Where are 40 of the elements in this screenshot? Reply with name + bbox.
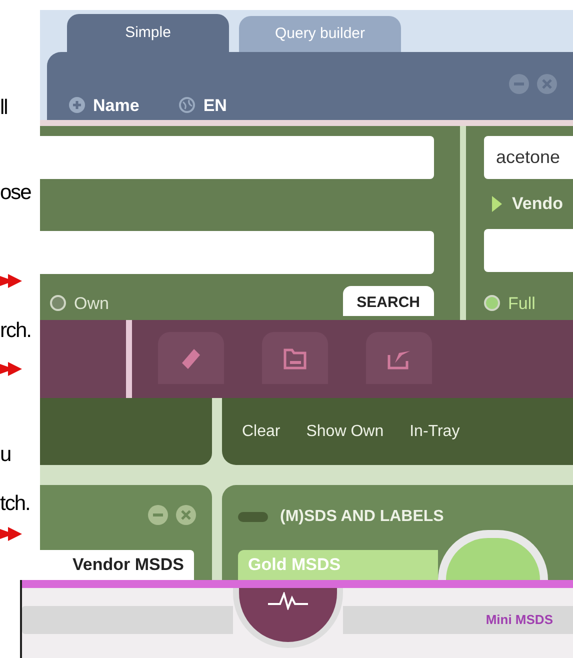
arrow-icon	[0, 526, 22, 542]
toolbar-icon-button[interactable]	[158, 332, 224, 384]
text-fragment: u	[0, 444, 12, 465]
maroon-round-button[interactable]	[232, 588, 342, 648]
text-fragment: rch.	[0, 320, 32, 341]
toolbar-icon-button[interactable]	[366, 332, 432, 384]
close-icon[interactable]	[537, 74, 557, 94]
text-fragment: ll	[0, 97, 8, 118]
text-fragment: ose	[0, 182, 31, 203]
arrow-icon	[0, 273, 22, 289]
radio-label: Own	[74, 292, 109, 314]
globe-icon[interactable]	[179, 97, 196, 114]
radio-label: Full	[508, 292, 536, 314]
minus-icon[interactable]	[148, 505, 168, 525]
toolbar-label: In-Tray	[410, 422, 460, 442]
plus-circle-icon[interactable]	[69, 97, 85, 114]
minus-icon[interactable]	[509, 74, 529, 94]
panel-title: (M)SDS AND LABELS	[280, 507, 444, 527]
toolbar-label: Show Own	[306, 422, 384, 442]
section-label: Vendo	[512, 193, 564, 215]
radio-button[interactable]	[50, 295, 66, 312]
toolbar-label: Clear	[242, 422, 280, 442]
close-icon[interactable]	[176, 505, 196, 525]
tab[interactable]: Simple	[67, 14, 229, 52]
search-field[interactable]	[40, 231, 434, 274]
footer-label: Mini MSDS	[486, 611, 553, 630]
search-field[interactable]: acetone	[484, 136, 573, 179]
toolbar-icon-button[interactable]	[262, 332, 328, 384]
vendor-msds-tab[interactable]: Vendor MSDS	[40, 550, 194, 580]
text-fragment: tch.	[0, 493, 30, 514]
search-field[interactable]	[484, 228, 573, 272]
triangle-icon[interactable]	[492, 196, 502, 212]
arrow-icon	[0, 361, 22, 377]
field-label: Name	[93, 94, 140, 116]
radio-button[interactable]	[484, 295, 500, 312]
search-button[interactable]: SEARCH	[342, 286, 434, 316]
dash-icon[interactable]	[238, 512, 268, 522]
search-field[interactable]	[40, 136, 434, 179]
language-label: EN	[203, 94, 227, 116]
pulse-icon	[268, 592, 308, 610]
